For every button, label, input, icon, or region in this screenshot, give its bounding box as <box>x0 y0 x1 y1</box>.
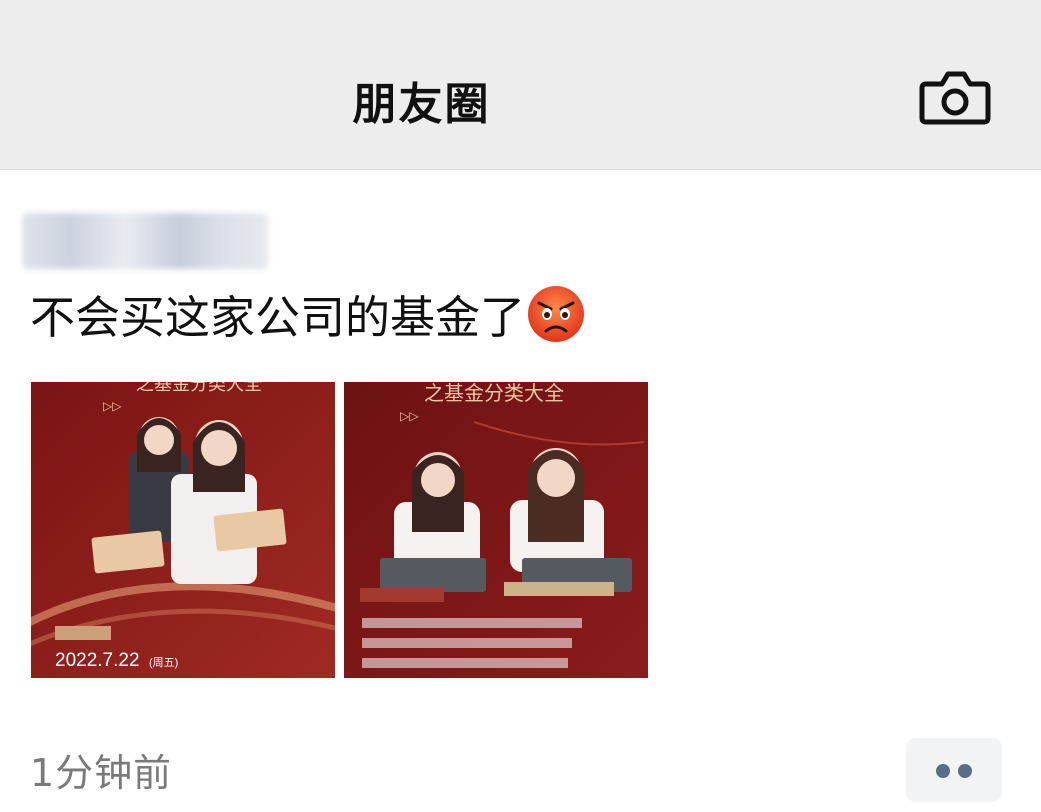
dot-right <box>958 764 972 778</box>
user-name-blurred[interactable] <box>22 213 268 269</box>
post-timestamp: 1分钟前 <box>30 751 173 795</box>
dot-left <box>936 764 950 778</box>
top-bar: 朋友圈 <box>0 0 1041 170</box>
more-dots-icon[interactable] <box>906 738 1002 802</box>
post-image-2[interactable]: 之基金分类大全 ▷▷ <box>344 382 648 678</box>
post-text-content: 不会买这家公司的基金了 <box>30 291 526 344</box>
svg-text:▷▷: ▷▷ <box>103 399 122 413</box>
image2-banner: 之基金分类大全 <box>424 382 564 405</box>
image1-date: 2022.7.22 <box>55 650 140 671</box>
image1-banner: 之基金分类大全 <box>136 382 262 394</box>
post-image-1[interactable]: 之基金分类大全 ▷▷ 2022.7.22 (周五) <box>31 382 335 678</box>
post-text: 不会买这家公司的基金了 <box>30 285 585 350</box>
image1-date-suffix: (周五) <box>149 656 178 669</box>
page-title: 朋友圈 <box>352 79 491 130</box>
camera-icon[interactable] <box>912 62 998 132</box>
svg-text:▷▷: ▷▷ <box>400 409 419 423</box>
angry-face-emoji-icon <box>527 285 585 343</box>
